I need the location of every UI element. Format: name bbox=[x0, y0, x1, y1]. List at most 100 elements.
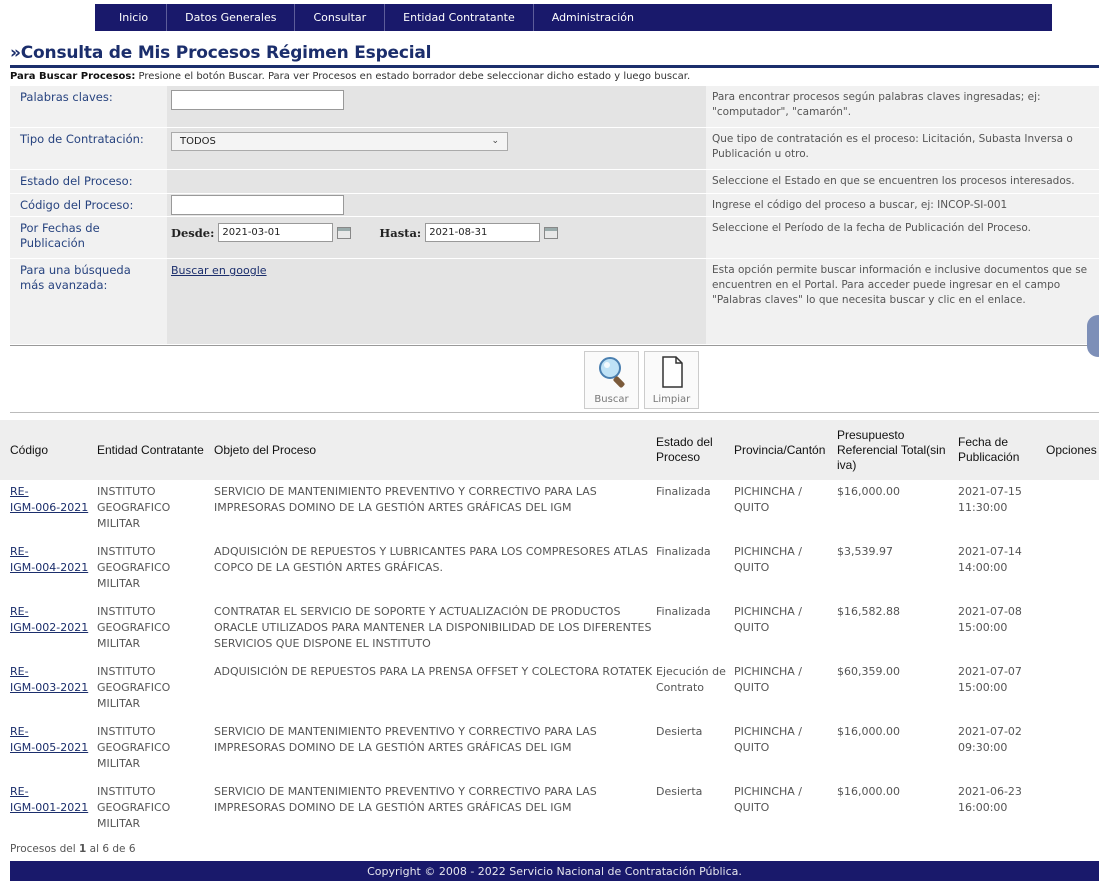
process-code-link[interactable]: RE- IGM-001-2021 bbox=[10, 785, 88, 814]
provincia-cell: PICHINCHA / QUITO bbox=[734, 785, 802, 814]
desde-input[interactable]: 2021-03-01 bbox=[218, 223, 334, 242]
table-row: RE- IGM-003-2021 INSTITUTO GEOGRAFICO MILI… bbox=[0, 660, 1099, 720]
process-code-link[interactable]: RE- IGM-005-2021 bbox=[10, 725, 88, 754]
code-prefix: RE- bbox=[10, 545, 29, 558]
calendar-icon[interactable] bbox=[337, 226, 352, 239]
process-code-link[interactable]: RE- IGM-003-2021 bbox=[10, 665, 88, 694]
entidad-cell: INSTITUTO GEOGRAFICO MILITAR bbox=[97, 665, 171, 710]
fecha-cell: 2021-07-14 14:00:00 bbox=[958, 545, 1022, 574]
keywords-cell bbox=[167, 86, 706, 127]
calendar-icon[interactable] bbox=[544, 226, 559, 239]
keywords-input[interactable] bbox=[171, 90, 344, 110]
code-prefix: RE- bbox=[10, 665, 29, 678]
tipo-select-value: TODOS bbox=[180, 136, 216, 147]
fecha-cell: 2021-07-02 09:30:00 bbox=[958, 725, 1022, 754]
estado-cell bbox=[167, 170, 706, 193]
process-code-link[interactable]: RE- IGM-002-2021 bbox=[10, 605, 88, 634]
estado-cell: Desierta bbox=[656, 785, 703, 798]
pagination-mid2: de bbox=[109, 843, 129, 855]
avanzada-help: Esta opción permite buscar información e… bbox=[706, 259, 1099, 344]
table-row: RE- IGM-005-2021 INSTITUTO GEOGRAFICO MILI… bbox=[0, 720, 1099, 780]
presupuesto-cell: $16,000.00 bbox=[837, 725, 900, 738]
code-prefix: RE- bbox=[10, 725, 29, 738]
limpiar-button[interactable]: Limpiar bbox=[644, 351, 699, 409]
col-estado: Estado del Proceso bbox=[656, 435, 713, 464]
process-code-link[interactable]: RE- IGM-004-2021 bbox=[10, 545, 88, 574]
search-form: Palabras claves: Para encontrar procesos… bbox=[10, 86, 1099, 345]
keywords-label: Palabras claves: bbox=[10, 86, 167, 127]
table-row: RE- IGM-004-2021 INSTITUTO GEOGRAFICO MILI… bbox=[0, 540, 1099, 600]
pagination-summary: Procesos del 1 al 6 de 6 bbox=[10, 843, 136, 855]
estado-cell: Ejecución de Contrato bbox=[656, 665, 726, 694]
search-icon bbox=[598, 357, 625, 388]
objeto-cell: ADQUISICIÓN DE REPUESTOS Y LUBRICANTES P… bbox=[214, 545, 648, 574]
limpiar-label: Limpiar bbox=[652, 394, 691, 405]
table-body: RE- IGM-006-2021 INSTITUTO GEOGRAFICO MILI… bbox=[0, 480, 1099, 840]
presupuesto-cell: $3,539.97 bbox=[837, 545, 893, 558]
action-buttons: Buscar Limpiar bbox=[10, 345, 1099, 413]
estado-cell: Finalizada bbox=[656, 605, 711, 618]
codigo-cell bbox=[167, 194, 706, 216]
google-search-link[interactable]: Buscar en google bbox=[171, 264, 267, 277]
fechas-help: Seleccione el Período de la fecha de Pub… bbox=[706, 217, 1099, 258]
provincia-cell: PICHINCHA / QUITO bbox=[734, 605, 802, 634]
nav-inicio[interactable]: Inicio bbox=[95, 4, 168, 31]
codigo-help: Ingrese el código del proceso a buscar, … bbox=[706, 194, 1099, 216]
presupuesto-cell: $16,000.00 bbox=[837, 485, 900, 498]
codigo-cell: RE- IGM-002-2021 bbox=[10, 604, 96, 636]
nav-entidad-contratante[interactable]: Entidad Contratante bbox=[385, 4, 534, 31]
hasta-label: Hasta: bbox=[379, 225, 422, 240]
code-number: IGM-002-2021 bbox=[10, 621, 89, 634]
presupuesto-cell: $16,582.88 bbox=[837, 605, 900, 618]
avanzada-label: Para una búsqueda más avanzada: bbox=[10, 259, 167, 344]
nav-datos-generales[interactable]: Datos Generales bbox=[167, 4, 296, 31]
presupuesto-cell: $16,000.00 bbox=[837, 785, 900, 798]
provincia-cell: PICHINCHA / QUITO bbox=[734, 485, 802, 514]
entidad-cell: INSTITUTO GEOGRAFICO MILITAR bbox=[97, 725, 171, 770]
code-number: IGM-004-2021 bbox=[10, 561, 89, 574]
row-fechas: Por Fechas de Publicación Desde: 2021-03… bbox=[10, 217, 1099, 259]
date-range: Desde: 2021-03-01 Hasta: 2021-08-31 bbox=[171, 223, 702, 242]
nav-consultar[interactable]: Consultar bbox=[295, 4, 386, 31]
code-prefix: RE- bbox=[10, 485, 29, 498]
entidad-cell: INSTITUTO GEOGRAFICO MILITAR bbox=[97, 605, 171, 650]
pagination-prefix: Procesos del bbox=[10, 843, 79, 855]
code-number: IGM-005-2021 bbox=[10, 741, 89, 754]
process-code-link[interactable]: RE- IGM-006-2021 bbox=[10, 485, 88, 514]
provincia-cell: PICHINCHA / QUITO bbox=[734, 725, 802, 754]
estado-cell: Finalizada bbox=[656, 485, 711, 498]
row-tipo: Tipo de Contratación: TODOS ⌄ Que tipo d… bbox=[10, 128, 1099, 170]
results-table: Código Entidad Contratante Objeto del Pr… bbox=[0, 420, 1099, 840]
fechas-label: Por Fechas de Publicación bbox=[10, 217, 167, 258]
hasta-input[interactable]: 2021-08-31 bbox=[425, 223, 541, 242]
pagination-total: 6 bbox=[128, 843, 136, 855]
code-number: IGM-001-2021 bbox=[10, 801, 89, 814]
table-header: Código Entidad Contratante Objeto del Pr… bbox=[0, 420, 1099, 480]
codigo-input[interactable] bbox=[171, 195, 344, 215]
top-navigation: Inicio Datos Generales Consultar Entidad… bbox=[0, 0, 1099, 32]
code-number: IGM-006-2021 bbox=[10, 501, 89, 514]
objeto-cell: CONTRATAR EL SERVICIO DE SOPORTE Y ACTUA… bbox=[214, 605, 652, 650]
objeto-cell: SERVICIO DE MANTENIMIENTO PREVENTIVO Y C… bbox=[214, 785, 597, 814]
entidad-cell: INSTITUTO GEOGRAFICO MILITAR bbox=[97, 785, 171, 830]
code-prefix: RE- bbox=[10, 605, 29, 618]
tipo-select[interactable]: TODOS ⌄ bbox=[171, 132, 508, 151]
instructions-bold: Para Buscar Procesos: bbox=[10, 71, 136, 82]
nav-administracion[interactable]: Administración bbox=[534, 4, 652, 31]
fecha-cell: 2021-06-23 16:00:00 bbox=[958, 785, 1022, 814]
objeto-cell: SERVICIO DE MANTENIMIENTO PREVENTIVO Y C… bbox=[214, 485, 597, 514]
buscar-button[interactable]: Buscar bbox=[584, 351, 639, 409]
col-presupuesto: Presupuesto Referencial Total(sin iva) bbox=[837, 427, 946, 472]
codigo-cell: RE- IGM-004-2021 bbox=[10, 544, 96, 576]
copyright-footer: Copyright © 2008 - 2022 Servicio Naciona… bbox=[10, 861, 1099, 881]
estado-cell: Desierta bbox=[656, 725, 703, 738]
fecha-cell: 2021-07-07 15:00:00 bbox=[958, 665, 1022, 694]
col-opciones: Opciones bbox=[1046, 442, 1097, 457]
side-tab[interactable] bbox=[1087, 315, 1099, 357]
chevron-down-icon: ⌄ bbox=[491, 136, 499, 146]
col-entidad: Entidad Contratante bbox=[97, 442, 204, 457]
estado-cell: Finalizada bbox=[656, 545, 711, 558]
codigo-cell: RE- IGM-006-2021 bbox=[10, 484, 96, 516]
table-row: RE- IGM-002-2021 INSTITUTO GEOGRAFICO MILI… bbox=[0, 600, 1099, 660]
table-row: RE- IGM-006-2021 INSTITUTO GEOGRAFICO MILI… bbox=[0, 480, 1099, 540]
